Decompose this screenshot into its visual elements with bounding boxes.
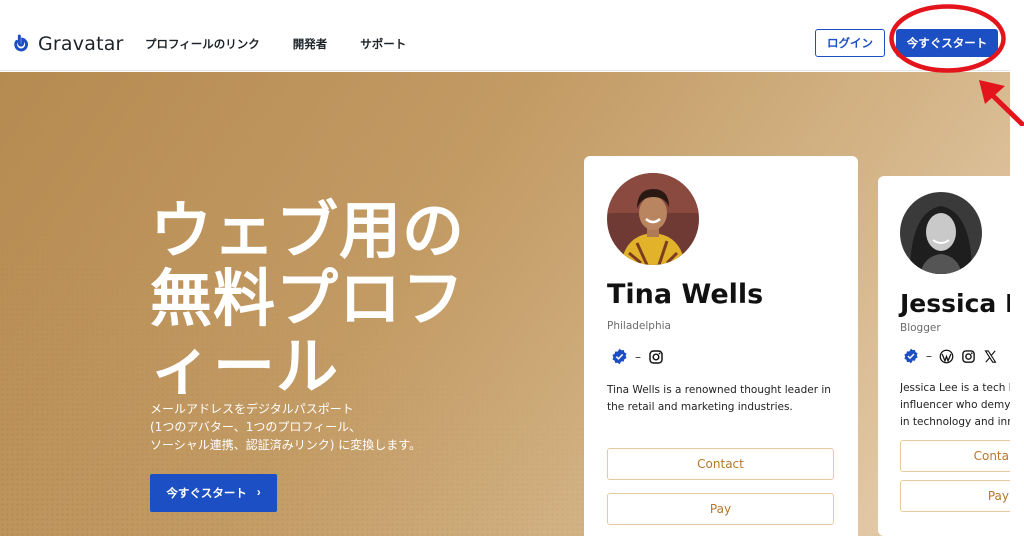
top-margin [0,0,1024,18]
hero-subtitle: メールアドレスをデジタルパスポート (1つのアバター、1つのプロフィール、 ソー… [150,400,450,454]
contact-button[interactable]: Contact [607,448,834,480]
x-icon[interactable] [983,349,998,364]
avatar-photo [900,192,982,274]
bio-line: the retail and marketing industries. [607,401,793,413]
hero-title-line: ウェブ用の [150,194,466,267]
avatar-tina [607,173,699,265]
avatar-photo [607,173,699,265]
profile-location: Blogger [900,322,941,334]
wordpress-icon[interactable] [939,349,954,364]
hero-subtitle-line: メールアドレスをデジタルパスポート [150,402,354,416]
bio-line: Jessica Lee is a tech blog [900,382,1010,394]
profile-bio: Tina Wells is a renowned thought leader … [607,382,842,416]
separator: – [635,349,641,364]
gravatar-logo[interactable]: Gravatar [10,30,124,58]
chevron-right-icon: › [256,487,261,499]
annotation-arrow-icon [979,80,1024,126]
hero-subtitle-line: (1つのアバター、1つのプロフィール、 [150,420,362,434]
bio-line: influencer who demystifi [900,399,1010,411]
pay-button[interactable]: Pay [607,493,834,525]
separator: – [926,349,932,363]
verified-icon [904,348,918,364]
logo-text: Gravatar [38,33,124,55]
main-nav: プロフィールのリンク 開発者 サポート [145,36,439,52]
hero-title-line: 無料プロフ [150,262,466,335]
hero-subtitle-line: ソーシャル連携、認証済みリンク) に変換します。 [150,438,422,452]
profile-name: Jessica L [900,289,1010,318]
pay-button[interactable]: Pay [900,480,1010,512]
gravatar-logo-icon [14,34,28,52]
verified-icon [612,348,627,365]
bio-line: Tina Wells is a renowned thought leader … [607,384,831,396]
profile-links: – [903,348,998,364]
nav-support[interactable]: サポート [360,36,406,52]
profile-location: Philadelphia [607,320,671,332]
contact-button[interactable]: Conta [900,440,1010,472]
profile-card-tina: Tina Wells Philadelphia – Tina Wells is … [584,156,858,536]
nav-developers[interactable]: 開発者 [293,36,328,52]
hero-section: ウェブ用の 無料プロフ ィール メールアドレスをデジタルパスポート (1つのアバ… [0,72,1010,536]
hero-start-label: 今すぐスタート [166,488,247,500]
nav-profile-links[interactable]: プロフィールのリンク [145,36,260,52]
hero-start-button[interactable]: 今すぐスタート › [150,474,277,512]
hero-title-line: ィール [150,330,340,403]
site-header: Gravatar プロフィールのリンク 開発者 サポート ログイン 今すぐスター… [0,18,1010,71]
instagram-icon[interactable] [961,349,976,364]
profile-bio: Jessica Lee is a tech blog influencer wh… [900,380,1010,431]
hero-title: ウェブ用の 無料プロフ ィール [150,197,570,401]
profile-links: – [611,348,664,365]
profile-card-jessica: Jessica L Blogger – Jessica Lee is a tec… [878,176,1010,536]
login-button[interactable]: ログイン [815,29,885,57]
bio-line: in technology and innova [900,416,1010,428]
instagram-icon[interactable] [648,349,664,365]
avatar-jessica [900,192,982,274]
annotation-circle [889,4,1006,73]
profile-name: Tina Wells [607,279,764,310]
